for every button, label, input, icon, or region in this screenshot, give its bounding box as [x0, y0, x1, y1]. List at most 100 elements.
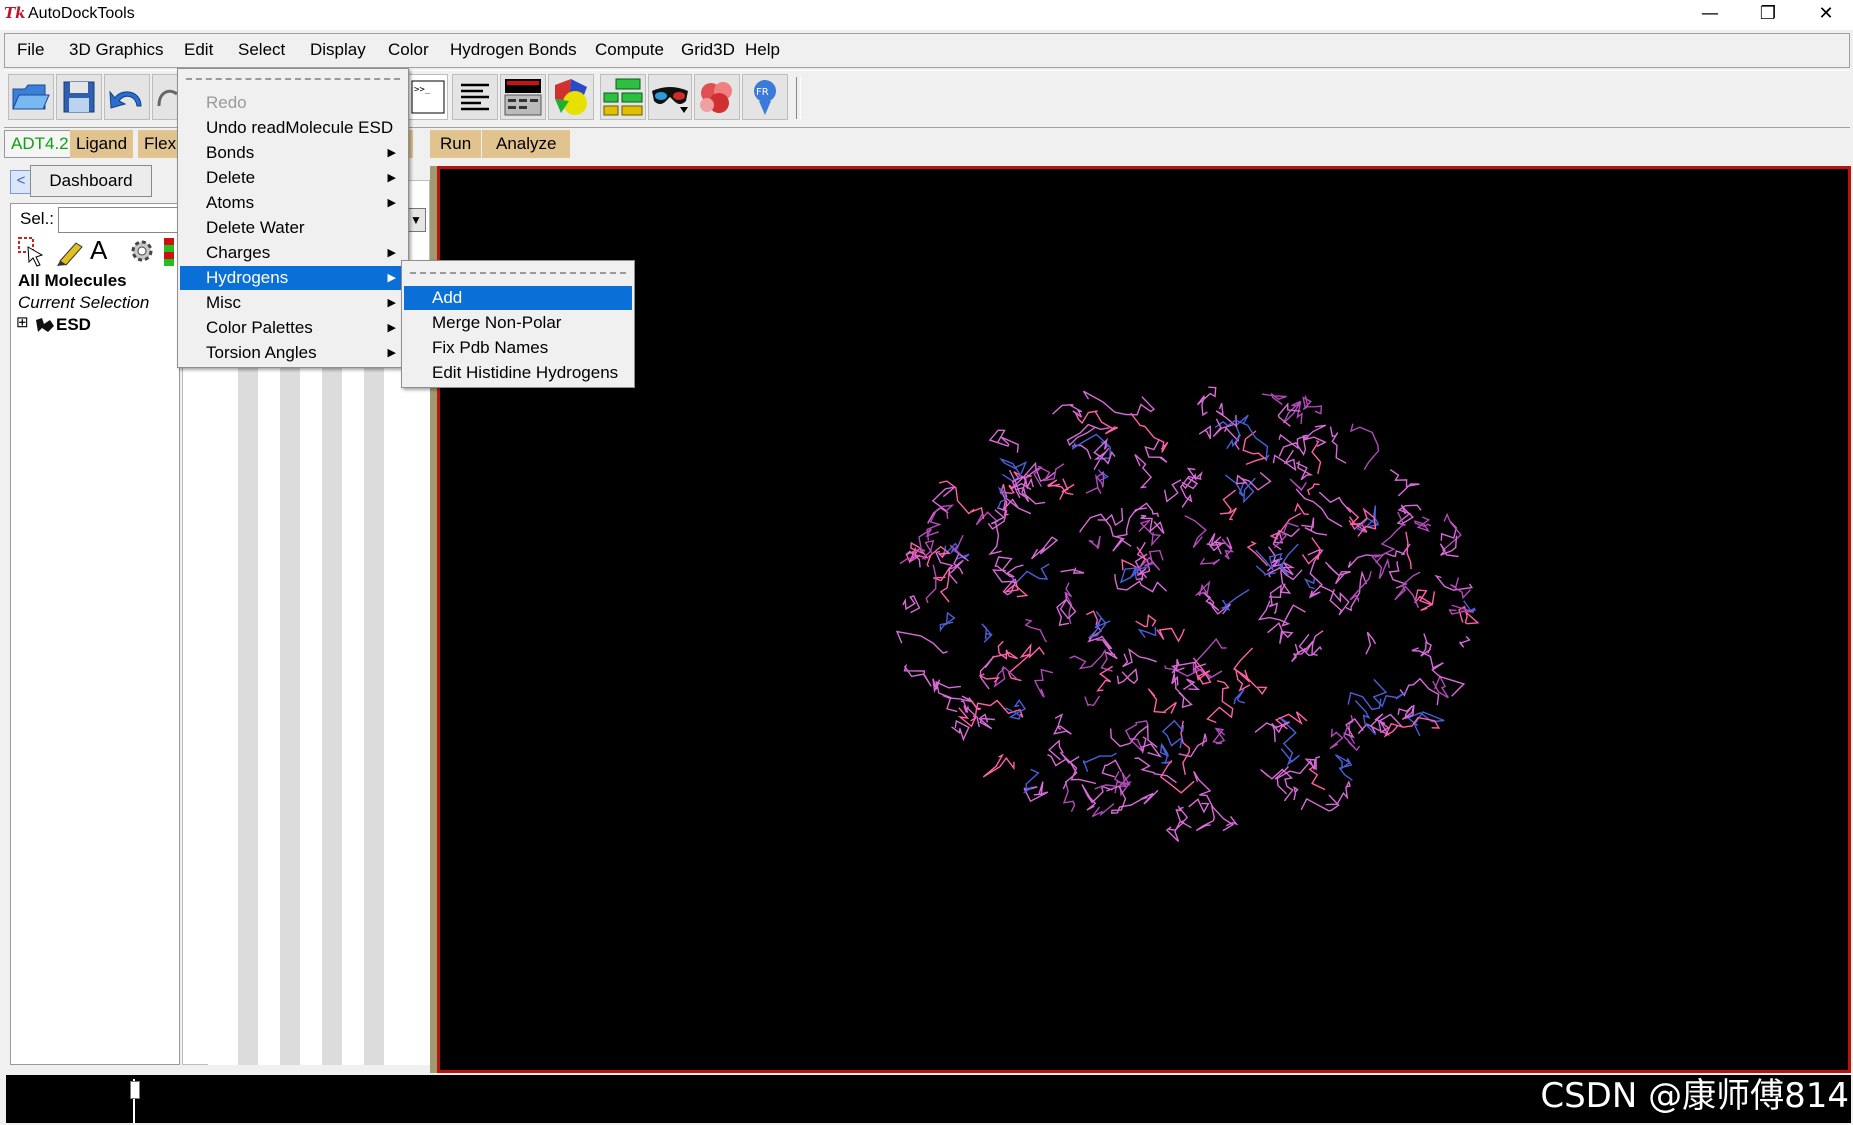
bond-path — [926, 504, 955, 541]
tree-button[interactable] — [600, 74, 646, 120]
selection-label: Sel.: — [20, 209, 55, 228]
close-button[interactable]: ✕ — [1797, 0, 1853, 30]
menu-item-torsion-angles[interactable]: Torsion Angles ▶ — [180, 341, 406, 365]
molecule-node-esd[interactable]: ESD — [56, 315, 91, 335]
bond-path — [903, 663, 932, 687]
bond-path — [991, 640, 1019, 660]
bond-path — [1212, 727, 1226, 745]
current-selection-label[interactable]: Current Selection — [18, 293, 149, 313]
dashboard-tab[interactable]: Dashboard — [30, 165, 152, 197]
expand-node-icon[interactable]: ⊞ — [16, 313, 29, 331]
bond-path — [1349, 423, 1380, 470]
bond-path — [1384, 543, 1411, 558]
menu-item-fix-pdb-names[interactable]: Fix Pdb Names — [404, 336, 632, 360]
bond-path — [1294, 502, 1310, 516]
menu-item-misc[interactable]: Misc ▶ — [180, 291, 406, 315]
tab-flex[interactable]: Flex — [138, 130, 183, 158]
menu-item-bonds[interactable]: Bonds ▶ — [180, 141, 406, 165]
text-label-button[interactable]: A — [90, 235, 124, 267]
bond-path — [1219, 489, 1238, 521]
tab-adt42[interactable]: ADT4.2 — [4, 130, 76, 158]
bond-path — [1178, 733, 1208, 758]
surface-button[interactable] — [694, 74, 740, 120]
bond-path — [1085, 471, 1105, 495]
menu-item-redo[interactable]: Redo — [180, 91, 406, 115]
bond-path — [1122, 647, 1157, 668]
menu-help[interactable]: Help — [745, 40, 780, 60]
menu-item-color-palettes[interactable]: Color Palettes ▶ — [180, 316, 406, 340]
all-molecules-label[interactable]: All Molecules — [18, 271, 127, 291]
menu-item-delete[interactable]: Delete ▶ — [180, 166, 406, 190]
close-icon: ✕ — [1818, 3, 1834, 24]
bond-path — [1254, 721, 1290, 742]
bond-path — [988, 429, 1019, 453]
watermark-text: CSDN @康师傅814 — [1540, 1076, 1849, 1116]
frame-slider-handle[interactable] — [130, 1081, 140, 1099]
geometry-button[interactable] — [548, 74, 594, 120]
menu-hydrogen-bonds[interactable]: Hydrogen Bonds — [450, 40, 577, 60]
tab-ligand[interactable]: Ligand — [70, 130, 134, 158]
menu-display[interactable]: Display — [310, 40, 366, 60]
selection-tool-icon — [18, 237, 44, 267]
minimize-button[interactable]: — — [1681, 0, 1739, 30]
menu-item-undo-read-molecule[interactable]: Undo readMolecule ESD — [180, 116, 406, 140]
menu-item-hydrogens[interactable]: Hydrogens ▶ — [180, 266, 406, 290]
selection-input[interactable] — [58, 207, 180, 233]
bond-path — [1233, 688, 1246, 705]
selection-dropdown[interactable]: ▼ — [406, 208, 426, 232]
bond-path — [1272, 449, 1297, 472]
bond-path — [1414, 516, 1432, 533]
bond-path — [1318, 491, 1352, 513]
bond-path — [979, 655, 995, 690]
bond-path — [1277, 756, 1321, 779]
color-bar-button[interactable] — [164, 238, 174, 266]
menu-item-edit-histidine-hydrogens[interactable]: Edit Histidine Hydrogens — [404, 361, 632, 385]
stereo-button[interactable] — [648, 74, 692, 120]
tab-analyze[interactable]: Analyze — [482, 130, 571, 158]
bond-path — [1007, 642, 1045, 682]
bond-path — [932, 678, 961, 694]
menu-select[interactable]: Select — [238, 40, 285, 60]
bond-path — [1023, 781, 1049, 803]
menu-tearoff[interactable] — [410, 272, 626, 274]
bond-path — [1002, 496, 1032, 515]
menu-edit[interactable]: Edit — [184, 40, 213, 60]
bond-path — [1441, 512, 1462, 552]
settings-tool-button[interactable] — [126, 235, 160, 267]
open-folder-button[interactable] — [8, 74, 54, 120]
bond-path — [1206, 680, 1234, 724]
menu-item-merge-non-polar[interactable]: Merge Non-Polar — [404, 311, 632, 335]
dashboard-icon — [504, 79, 542, 116]
menu-grid3d[interactable]: Grid3D — [681, 40, 735, 60]
bond-path — [1140, 514, 1165, 534]
menu-tearoff[interactable] — [186, 78, 400, 80]
menu-3d-graphics[interactable]: 3D Graphics — [69, 40, 163, 60]
menu-item-add-hydrogens[interactable]: Add — [404, 286, 632, 310]
collapse-panel-button[interactable]: < — [10, 170, 32, 194]
menu-item-delete-water[interactable]: Delete Water — [180, 216, 406, 240]
bond-path — [1400, 504, 1415, 525]
dashboard-button[interactable] — [500, 74, 546, 120]
tab-run[interactable]: Run — [430, 130, 482, 158]
bond-path — [1282, 400, 1303, 425]
label-tool-button[interactable] — [54, 235, 88, 267]
submenu-arrow-icon: ▶ — [387, 272, 396, 284]
menu-item-charges[interactable]: Charges ▶ — [180, 241, 406, 265]
undo-button[interactable] — [104, 74, 150, 120]
menu-file[interactable]: File — [17, 40, 44, 60]
pmv-logo-button[interactable]: FR — [742, 74, 788, 120]
menu-item-atoms[interactable]: Atoms ▶ — [180, 191, 406, 215]
restore-button[interactable]: ❐ — [1739, 0, 1797, 30]
bond-path — [1278, 433, 1308, 450]
bond-path — [1308, 764, 1326, 791]
select-tool-button[interactable] — [16, 235, 50, 267]
menu-compute[interactable]: Compute — [595, 40, 664, 60]
python-shell-button[interactable]: >>_ — [408, 74, 448, 120]
log-button[interactable] — [452, 74, 498, 120]
app-icon: Tk — [4, 4, 26, 22]
bond-path — [1163, 479, 1182, 503]
menu-item-label: Add — [432, 288, 463, 307]
menu-color[interactable]: Color — [388, 40, 429, 60]
geometry-icon — [555, 79, 587, 115]
save-button[interactable] — [56, 74, 102, 120]
